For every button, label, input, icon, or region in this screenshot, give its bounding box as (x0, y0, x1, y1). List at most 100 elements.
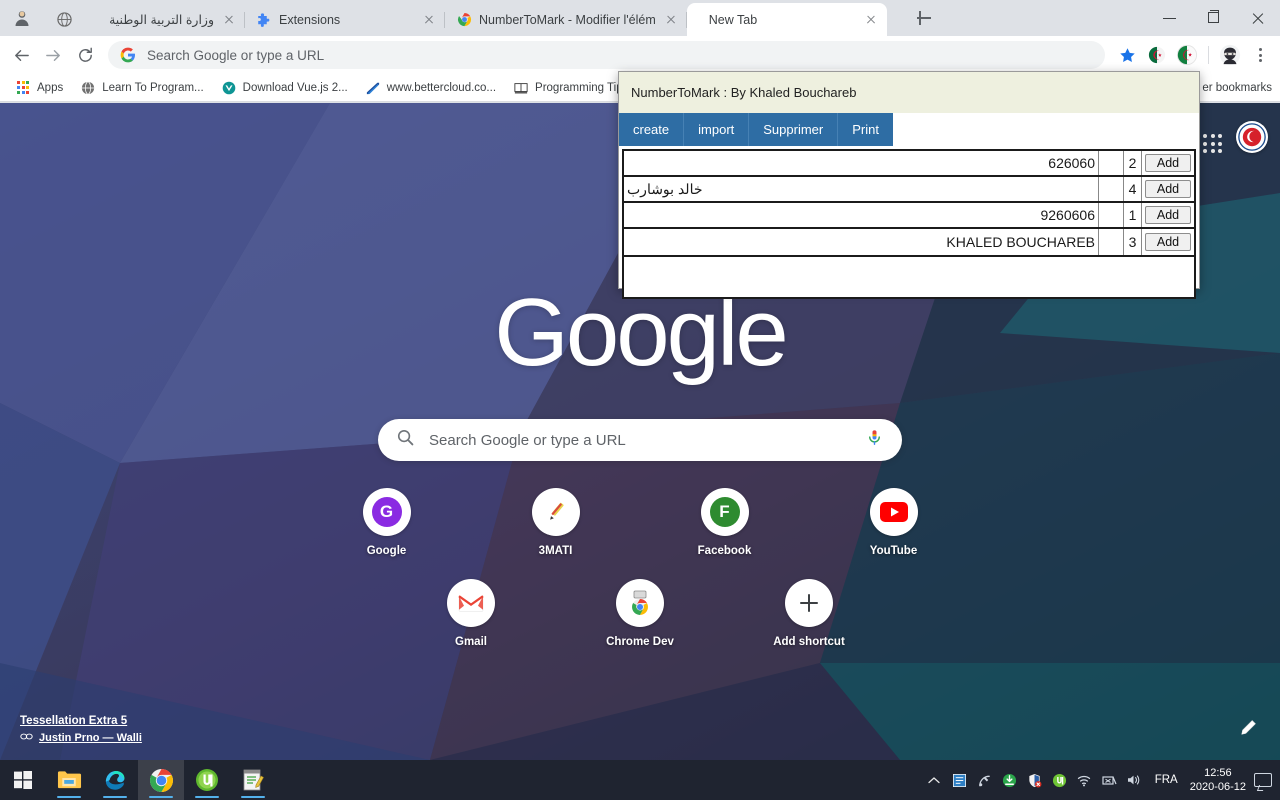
profile-indicator-icon[interactable] (8, 4, 36, 32)
entry-number[interactable]: 2 (1124, 151, 1142, 175)
back-arrow-icon[interactable] (6, 40, 36, 70)
tab-title: NumberToMark - Modifier l'élém (479, 13, 656, 27)
shortcut-label: Facebook (698, 545, 752, 557)
google-chrome-button[interactable] (138, 760, 184, 800)
google-apps-grid-icon[interactable] (1203, 134, 1222, 153)
gmail-icon (447, 579, 495, 627)
start-button[interactable] (0, 760, 46, 800)
entry-number[interactable]: 1 (1124, 203, 1142, 227)
bookmark-item-3[interactable]: www.bettercloud.co... (358, 77, 503, 99)
shortcut-chrome-dev[interactable]: Chrome Dev (584, 579, 696, 648)
entry-name[interactable]: KHALED BOUCHAREB (624, 229, 1099, 255)
volume-icon[interactable] (1126, 772, 1143, 789)
popup-entries-table: 626060 2 Add خالد بوشارب 4 Add 926 (622, 149, 1196, 257)
numbertomark-extension-icon[interactable] (1173, 41, 1201, 69)
bookmark-item-1[interactable]: Learn To Program... (73, 77, 210, 99)
language-indicator[interactable]: FRA (1155, 774, 1178, 786)
wallpaper-author-name: Justin Prno — Walli (39, 732, 142, 744)
tab-1[interactable]: Extensions (245, 3, 445, 36)
satellite-icon[interactable] (976, 772, 993, 789)
entry-name[interactable]: خالد بوشارب (624, 177, 1099, 201)
new-tab-button[interactable] (913, 7, 935, 29)
shortcut-add[interactable]: Add shortcut (753, 579, 865, 648)
edit-pencil-icon[interactable] (1238, 718, 1258, 738)
ntp-search-box[interactable]: Search Google or type a URL (378, 419, 902, 461)
three-dot-menu-icon[interactable] (1246, 48, 1274, 62)
ninja-avatar-icon[interactable] (1216, 41, 1244, 69)
clock[interactable]: 12:56 2020-06-12 (1190, 766, 1246, 794)
utorrent-button[interactable] (184, 760, 230, 800)
chevron-up-icon[interactable] (926, 772, 943, 789)
table-row: 626060 2 Add (624, 151, 1194, 177)
tab-3[interactable]: New Tab (687, 3, 887, 36)
microsoft-edge-button[interactable] (92, 760, 138, 800)
network-icon[interactable] (1101, 772, 1118, 789)
shortcut-label: Google (367, 545, 407, 557)
add-button-cell: Add (1142, 203, 1194, 227)
other-bookmarks-label[interactable]: er bookmarks (1202, 82, 1272, 94)
shortcut-youtube[interactable]: YouTube (838, 488, 950, 557)
shortcut-facebook[interactable]: F Facebook (669, 488, 781, 557)
minimize-button[interactable] (1148, 0, 1192, 36)
add-button[interactable]: Add (1145, 154, 1191, 172)
clock-date: 2020-06-12 (1190, 780, 1246, 794)
idm-icon[interactable] (1001, 772, 1018, 789)
entry-name[interactable]: 9260606 (624, 203, 1099, 227)
reload-icon[interactable] (70, 40, 100, 70)
puzzle-icon (256, 12, 272, 28)
browser-toolbar: Search Google or type a URL (0, 36, 1280, 74)
nav-create-button[interactable]: create (619, 113, 684, 146)
file-explorer-button[interactable] (46, 760, 92, 800)
entry-spacer (1099, 177, 1124, 201)
pencil-icon (532, 488, 580, 536)
close-icon[interactable] (221, 12, 237, 28)
nav-supprimer-button[interactable]: Supprimer (749, 113, 838, 146)
maximize-button[interactable] (1192, 0, 1236, 36)
shortcut-google[interactable]: G Google (331, 488, 443, 557)
close-icon[interactable] (663, 12, 679, 28)
shortcut-3mati[interactable]: 3MATI (500, 488, 612, 557)
omnibox-text: Search Google or type a URL (147, 48, 324, 63)
chrome-browser-window: وزارة التربية الوطنية Extensions N (0, 0, 1280, 760)
tab-title: وزارة التربية الوطنية (79, 12, 214, 27)
shortcut-label: 3MATI (539, 545, 573, 557)
close-icon[interactable] (421, 12, 437, 28)
add-button[interactable]: Add (1145, 180, 1191, 198)
document-icon[interactable] (951, 772, 968, 789)
utorrent-tray-icon[interactable] (1051, 772, 1068, 789)
bettercloud-icon (365, 80, 381, 96)
tab-strip: وزارة التربية الوطنية Extensions N (0, 0, 1280, 36)
wifi-icon[interactable] (1076, 772, 1093, 789)
popup-nav-bar: create import Supprimer Print (619, 113, 1199, 146)
add-button[interactable]: Add (1145, 233, 1191, 251)
wallpaper-title[interactable]: Tessellation Extra 5 (20, 715, 142, 727)
forward-arrow-icon[interactable] (38, 40, 68, 70)
profile-avatar-icon[interactable] (1236, 121, 1268, 153)
entry-number[interactable]: 3 (1124, 229, 1142, 255)
bookmark-label: Download Vue.js 2... (243, 82, 348, 94)
close-button[interactable] (1236, 0, 1280, 36)
security-shield-icon[interactable] (1026, 772, 1043, 789)
entry-name[interactable]: 626060 (624, 151, 1099, 175)
bookmark-star-icon[interactable] (1113, 41, 1141, 69)
wallpaper-author[interactable]: Justin Prno — Walli (20, 732, 142, 744)
system-tray: FRA 12:56 2020-06-12 (926, 766, 1280, 794)
bookmark-item-2[interactable]: Download Vue.js 2... (214, 77, 355, 99)
bookmark-item-apps[interactable]: Apps (8, 77, 70, 99)
nav-import-button[interactable]: import (684, 113, 749, 146)
bookmark-item-4[interactable]: Programming Tip (506, 77, 630, 99)
algeria-flag-extension-icon[interactable] (1143, 41, 1171, 69)
close-icon[interactable] (863, 12, 879, 28)
entry-number[interactable]: 4 (1124, 177, 1142, 201)
facebook-letter-icon: F (701, 488, 749, 536)
shortcut-gmail[interactable]: Gmail (415, 579, 527, 648)
tab-2[interactable]: NumberToMark - Modifier l'élém (445, 3, 687, 36)
window-controls (1148, 0, 1280, 36)
microphone-icon[interactable] (865, 428, 884, 452)
add-button[interactable]: Add (1145, 206, 1191, 224)
notification-icon[interactable] (1254, 773, 1272, 787)
address-bar[interactable]: Search Google or type a URL (108, 41, 1105, 69)
text-editor-button[interactable] (230, 760, 276, 800)
nav-print-button[interactable]: Print (838, 113, 893, 146)
tab-0[interactable]: وزارة التربية الوطنية (45, 3, 245, 36)
